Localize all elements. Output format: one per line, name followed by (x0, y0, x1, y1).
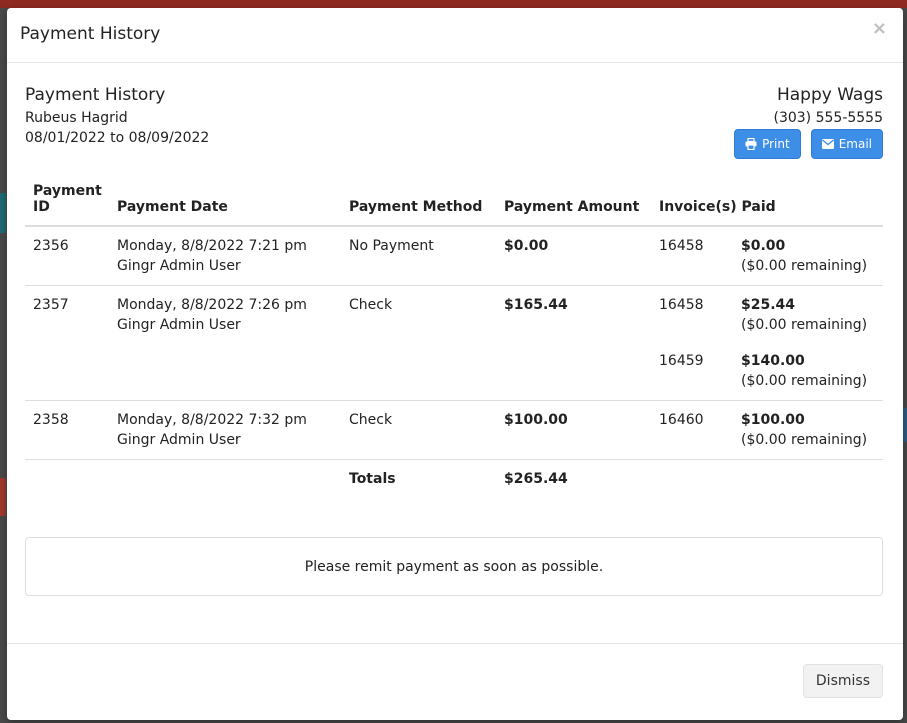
invoice-remaining: ($0.00 remaining) (741, 317, 868, 333)
invoice-payment: $25.44 ($0.00 remaining) (741, 295, 875, 335)
modal-title: Payment History (20, 24, 161, 44)
invoice-payment: $100.00 ($0.00 remaining) (741, 410, 875, 450)
column-header: Invoice(s) Paid (651, 181, 883, 227)
payment-table: Payment ID Payment Date Payment Method P… (25, 181, 883, 498)
client-name: Rubeus Hagrid (25, 110, 128, 126)
printer-icon (745, 138, 757, 150)
totals-spacer (651, 459, 883, 498)
column-header: Payment Date (109, 181, 341, 227)
column-header: Payment Method (341, 181, 496, 227)
invoice-payment: $0.00 ($0.00 remaining) (741, 236, 875, 276)
invoice-amount: $25.44 (741, 297, 796, 313)
date-range: 08/01/2022 to 08/09/2022 (25, 130, 210, 146)
invoice-number: 16458 (659, 297, 704, 313)
payment-history-modal: Payment History × Payment History Rubeus… (7, 8, 903, 720)
invoice-remaining: ($0.00 remaining) (741, 432, 868, 448)
invoice-number: 16460 (659, 412, 704, 428)
business-name: Happy Wags (776, 85, 883, 105)
business-phone: (303) 555-5555 (773, 110, 884, 126)
invoices-paid: 16460 $100.00 ($0.00 remaining) (651, 400, 883, 460)
payment-amount: $165.44 (496, 285, 651, 401)
column-header: Payment ID (25, 181, 109, 227)
payment-method: Check (341, 400, 496, 460)
email-button[interactable]: Email (810, 129, 883, 159)
modal-body: Payment History Rubeus Hagrid 08/01/2022… (25, 85, 884, 596)
invoice-remaining: ($0.00 remaining) (741, 258, 868, 274)
column-header: Payment Amount (496, 181, 651, 227)
totals-amount: $265.44 (496, 459, 651, 498)
invoices-paid: 16458 $25.44 ($0.00 remaining) 16459 $140… (651, 285, 883, 401)
payment-id: 2357 (25, 285, 109, 401)
background-page-fragment (0, 478, 6, 516)
column-header-label: Payment ID (33, 183, 102, 215)
payment-id: 2358 (25, 400, 109, 460)
report-actions: Print Email (734, 129, 883, 159)
invoice-amount: $0.00 (741, 238, 786, 254)
payment-date: Monday, 8/8/2022 7:26 pm Gingr Admin Use… (109, 285, 341, 401)
payment-method: Check (341, 285, 496, 401)
payment-id: 2356 (33, 238, 69, 254)
report-title: Payment History (25, 85, 166, 105)
modal-header: Payment History × (7, 8, 903, 63)
background-page-strip (0, 0, 907, 8)
invoices-paid: 16458 $0.00 ($0.00 remaining) (651, 226, 883, 286)
print-button[interactable]: Print (734, 129, 801, 159)
invoice-payment: $140.00 ($0.00 remaining) (741, 351, 875, 391)
dismiss-button[interactable]: Dismiss (802, 664, 883, 698)
background-page-fragment (0, 193, 6, 233)
invoice-amount: $140.00 (741, 353, 805, 369)
modal-footer: Dismiss (7, 643, 903, 720)
payment-method: No Payment (349, 238, 434, 254)
totals-label: Totals (341, 459, 496, 498)
totals-spacer (25, 459, 109, 498)
invoice-remaining: ($0.00 remaining) (741, 373, 868, 389)
invoice-number: 16459 (659, 353, 704, 369)
payment-date: Monday, 8/8/2022 7:32 pm Gingr Admin Use… (109, 400, 341, 460)
payment-amount: $100.00 (496, 400, 651, 460)
invoice-number: 16458 (659, 238, 704, 254)
totals-spacer (109, 459, 341, 498)
table-row: 2358 Monday, 8/8/2022 7:32 pm Gingr Admi… (25, 400, 883, 460)
email-button-label: Email (838, 137, 872, 151)
totals-row: Totals $265.44 (25, 459, 883, 498)
envelope-icon (821, 139, 834, 149)
payment-date: Monday, 8/8/2022 7:21 pm Gingr Admin Use… (117, 238, 307, 274)
payment-amount: $0.00 (504, 238, 549, 254)
remit-notice: Please remit payment as soon as possible… (25, 537, 883, 596)
table-row: 2356 Monday, 8/8/2022 7:21 pm Gingr Admi… (25, 226, 883, 286)
invoice-amount: $100.00 (741, 412, 805, 428)
table-row: 2357 Monday, 8/8/2022 7:26 pm Gingr Admi… (25, 285, 883, 401)
table-header-row: Payment ID Payment Date Payment Method P… (25, 181, 883, 227)
close-icon[interactable]: × (872, 20, 887, 38)
print-button-label: Print (762, 137, 790, 151)
